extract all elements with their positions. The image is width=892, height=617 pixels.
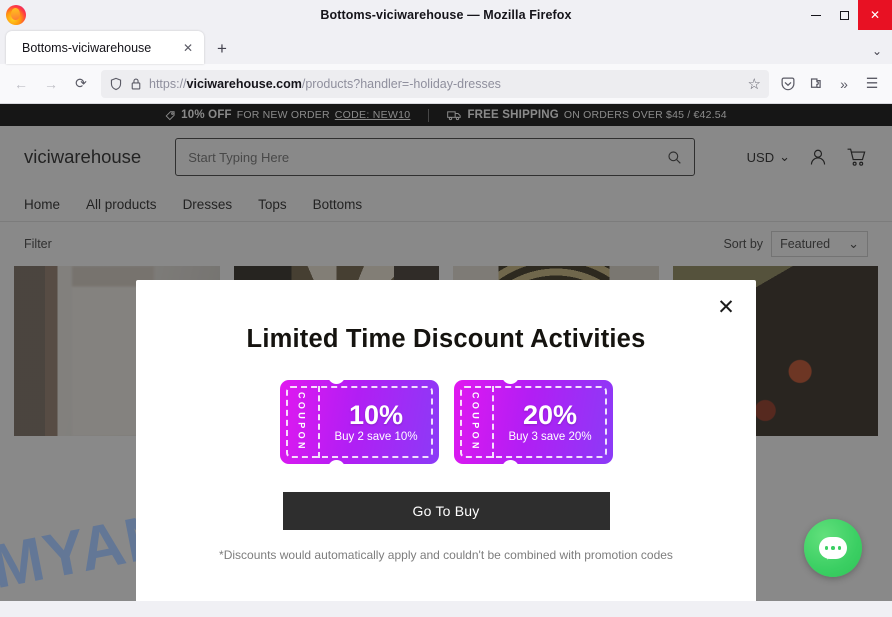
coupon-card[interactable]: COUPON 10% Buy 2 save 10% [279,380,439,464]
coupon-list: COUPON 10% Buy 2 save 10% COUPON 20% Buy… [279,380,613,464]
coupon-tag-label: COUPON [470,392,481,452]
tab-strip: Bottoms-viciwarehouse ✕ + ⌄ [0,30,892,64]
address-bar[interactable]: https://viciwarehouse.com/products?handl… [101,69,769,98]
web-page: 10% OFF FOR NEW ORDER CODE: NEW10 FREE S… [0,104,892,601]
close-icon[interactable]: ✕ [713,294,739,320]
go-to-buy-button[interactable]: Go To Buy [282,492,610,530]
title-bar: Bottoms-viciwarehouse — Mozilla Firefox … [0,0,892,30]
tab-label: Bottoms-viciwarehouse [22,40,152,55]
coupon-body: 20% Buy 3 save 20% [494,386,607,458]
window-title: Bottoms-viciwarehouse — Mozilla Firefox [320,8,572,22]
app-menu-icon[interactable]: ☰ [859,71,885,97]
modal-title: Limited Time Discount Activities [246,325,646,353]
forward-button[interactable]: → [37,70,65,98]
coupon-condition: Buy 2 save 10% [334,430,418,443]
overflow-chevrons-icon[interactable]: » [831,71,857,97]
new-tab-button[interactable]: + [208,34,236,64]
coupon-tag-label: COUPON [296,392,307,452]
modal-disclaimer: *Discounts would automatically apply and… [219,548,673,562]
shield-icon [109,77,123,91]
lock-icon [130,77,142,91]
close-icon[interactable]: ✕ [180,40,196,56]
window-controls: ✕ [802,0,892,30]
pocket-save-icon[interactable] [775,71,801,97]
coupon-tag: COUPON [286,386,320,458]
minimize-button[interactable] [802,0,830,30]
chevron-down-icon[interactable]: ⌄ [872,44,882,58]
coupon-condition: Buy 3 save 20% [508,430,592,443]
coupon-card[interactable]: COUPON 20% Buy 3 save 20% [453,380,613,464]
coupon-body: 10% Buy 2 save 10% [320,386,433,458]
coupon-percent: 10% [348,400,404,431]
chat-bubble-icon [819,537,847,559]
back-button[interactable]: ← [7,70,35,98]
reload-button[interactable]: ⟳ [67,70,95,98]
coupon-tag: COUPON [460,386,494,458]
discount-modal: ✕ Limited Time Discount Activities COUPO… [136,280,756,601]
chat-widget-button[interactable] [804,519,862,577]
extensions-icon[interactable] [803,71,829,97]
url-text: https://viciwarehouse.com/products?handl… [149,76,501,91]
close-window-button[interactable]: ✕ [858,0,892,30]
maximize-button[interactable] [830,0,858,30]
navigation-toolbar: ← → ⟳ https://viciwarehouse.com/products… [0,64,892,104]
browser-window: Bottoms-viciwarehouse — Mozilla Firefox … [0,0,892,617]
tab-bottoms-viciwarehouse[interactable]: Bottoms-viciwarehouse ✕ [6,31,204,64]
coupon-percent: 20% [522,400,578,431]
bookmark-star-icon[interactable]: ☆ [748,75,761,93]
